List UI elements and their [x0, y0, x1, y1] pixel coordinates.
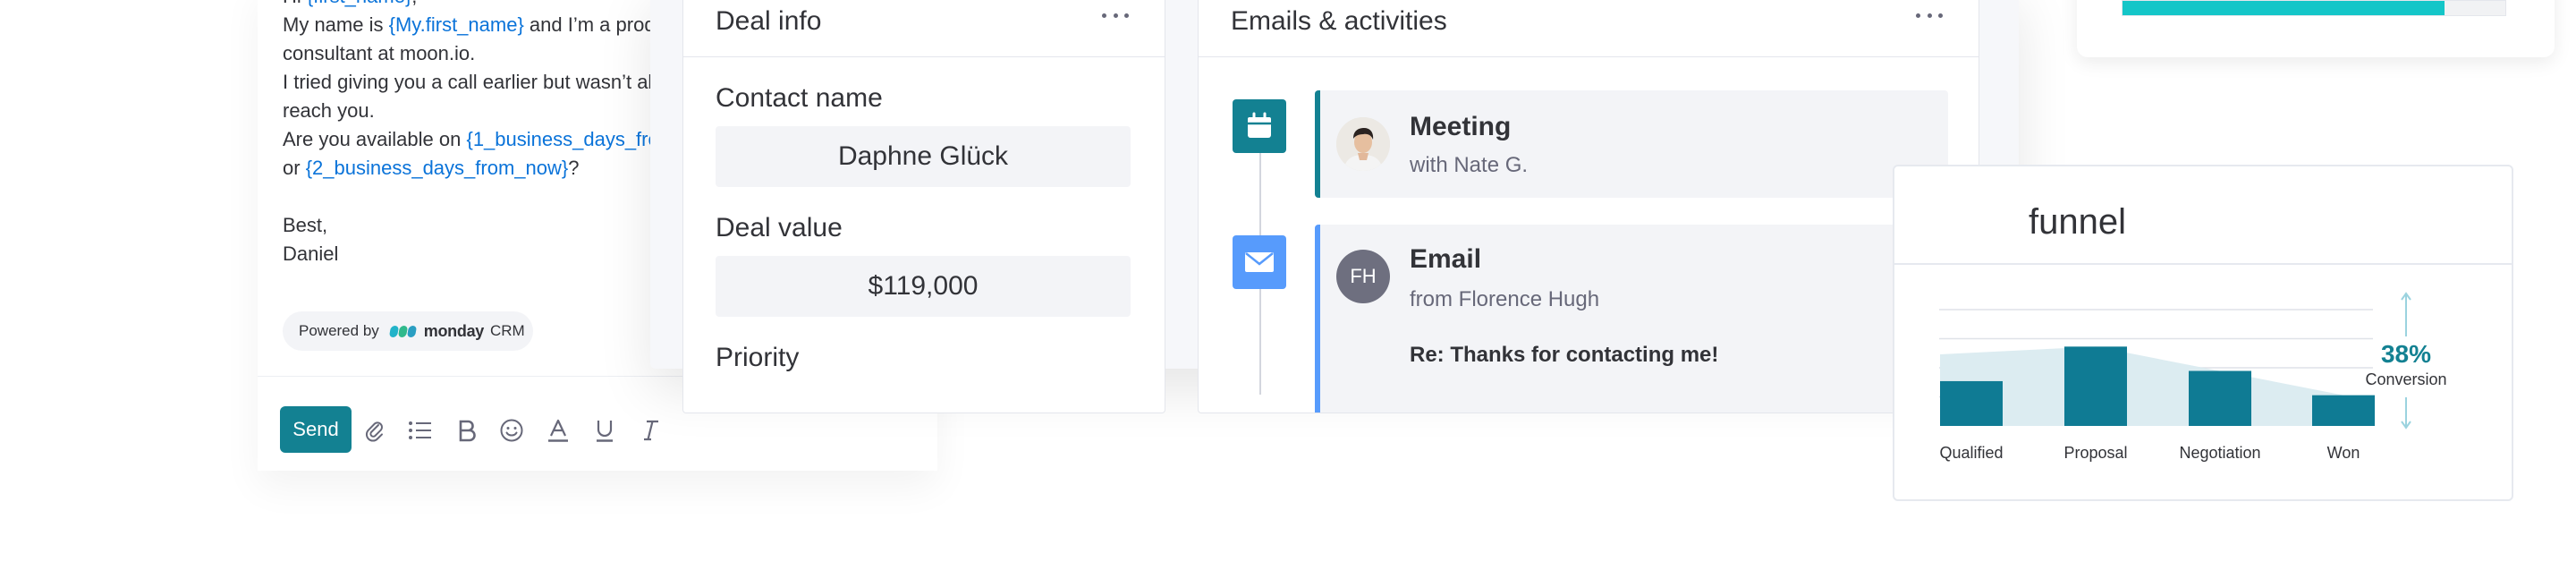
- activity-title: Meeting: [1410, 112, 1512, 141]
- email-body-line: consultant at moon.io.: [283, 39, 475, 68]
- email-text: Best,: [283, 214, 328, 236]
- funnel-category-label: Qualified: [1939, 444, 2004, 462]
- conversion-label: Conversion: [2365, 370, 2447, 388]
- progress-bar: [2122, 0, 2506, 16]
- brand-name: monday: [423, 321, 485, 340]
- funnel-bar-negotiation: [2189, 370, 2251, 426]
- funnel-category-label: Negotiation: [2179, 444, 2261, 462]
- calendar-icon: [1233, 99, 1286, 153]
- contact-name-field[interactable]: Daphne Glück: [716, 126, 1131, 187]
- deal-info-title: Deal info: [716, 6, 822, 36]
- funnel-bar-qualified: [1940, 380, 2003, 426]
- email-text: ?: [568, 157, 580, 179]
- email-text: reach you.: [283, 99, 375, 122]
- funnel-bar-proposal: [2064, 346, 2127, 426]
- email-text: Daniel: [283, 242, 339, 265]
- list-icon[interactable]: [407, 417, 434, 444]
- conversion-percentage: 38%: [2380, 340, 2432, 368]
- activity-item-email[interactable]: FH Email from Florence Hugh Re: Thanks f…: [1315, 225, 1948, 413]
- email-body-line: Hi {first_name},: [283, 0, 417, 11]
- deal-info-header: Deal info: [683, 0, 1165, 57]
- email-body-line: My name is {My.first_name} and I’m a pro…: [283, 11, 682, 39]
- email-text: ,: [411, 0, 417, 7]
- email-body-line: reach you.: [283, 97, 375, 125]
- email-body-line: or {2_business_days_from_now}?: [283, 154, 579, 183]
- emoji-icon[interactable]: [498, 417, 525, 444]
- bold-icon[interactable]: [453, 417, 480, 444]
- email-text: Are you available on: [283, 128, 467, 150]
- funnel-category-label: Proposal: [2063, 444, 2128, 462]
- deal-value-field[interactable]: $119,000: [716, 256, 1131, 317]
- funnel-category-label: Won: [2326, 444, 2360, 462]
- activity-subtitle: from Florence Hugh: [1410, 287, 1600, 311]
- monday-logo-icon: [388, 325, 417, 337]
- template-token: {My.first_name}: [388, 13, 524, 36]
- underline-icon[interactable]: [591, 417, 618, 444]
- progress-card: [2077, 0, 2555, 57]
- envelope-icon: [1233, 235, 1286, 289]
- email-text: consultant at moon.io.: [283, 42, 476, 64]
- email-text: I tried giving you a call earlier but wa…: [283, 71, 697, 93]
- clear-format-icon[interactable]: [637, 417, 664, 444]
- more-options-icon[interactable]: [1916, 10, 1943, 21]
- template-token: {2_business_days_from_now}: [305, 157, 569, 179]
- avatar-initials: FH: [1336, 250, 1390, 303]
- activities-card: Emails & activities Meeting with Nate G.…: [1198, 0, 1979, 413]
- email-subject: Re: Thanks for contacting me!: [1410, 343, 1719, 367]
- email-text: or: [283, 157, 306, 179]
- email-text: My name is: [283, 13, 389, 36]
- progress-fill: [2123, 1, 2445, 15]
- contact-name-label: Contact name: [716, 83, 883, 113]
- brand-suffix: CRM: [490, 322, 525, 339]
- powered-by-label: Powered by: [299, 322, 379, 339]
- deal-value-label: Deal value: [716, 213, 843, 242]
- funnel-area: [1940, 346, 2375, 426]
- text-color-icon[interactable]: [545, 417, 572, 444]
- activities-header: Emails & activities: [1199, 0, 1979, 57]
- email-body-line: Best,: [283, 211, 327, 240]
- email-body-line: Daniel: [283, 240, 338, 268]
- email-text: Hi: [283, 0, 307, 7]
- funnel-card: funnel 38% Conversion Qualified Proposal N…: [1893, 165, 2513, 501]
- activity-accent-bar: [1315, 225, 1320, 413]
- activity-subtitle: with Nate G.: [1410, 153, 1529, 177]
- activity-title: Email: [1410, 244, 1482, 274]
- paperclip-icon[interactable]: [361, 417, 388, 444]
- activities-title: Emails & activities: [1231, 6, 1447, 36]
- more-options-icon[interactable]: [1102, 10, 1129, 21]
- activity-item-meeting[interactable]: Meeting with Nate G.: [1315, 90, 1948, 198]
- email-body-line: I tried giving you a call earlier but wa…: [283, 68, 696, 97]
- activity-accent-bar: [1315, 90, 1320, 198]
- avatar: [1336, 117, 1390, 171]
- funnel-bar-won: [2312, 395, 2375, 426]
- priority-label: Priority: [716, 343, 800, 372]
- crm-deal-panel: Deal info Contact name Daphne Glück Deal…: [650, 0, 2019, 413]
- deal-info-card: Deal info Contact name Daphne Glück Deal…: [682, 0, 1165, 413]
- template-token: {first_name}: [307, 0, 411, 7]
- send-button[interactable]: Send: [280, 406, 352, 453]
- powered-by-badge[interactable]: Powered by monday CRM: [283, 311, 533, 351]
